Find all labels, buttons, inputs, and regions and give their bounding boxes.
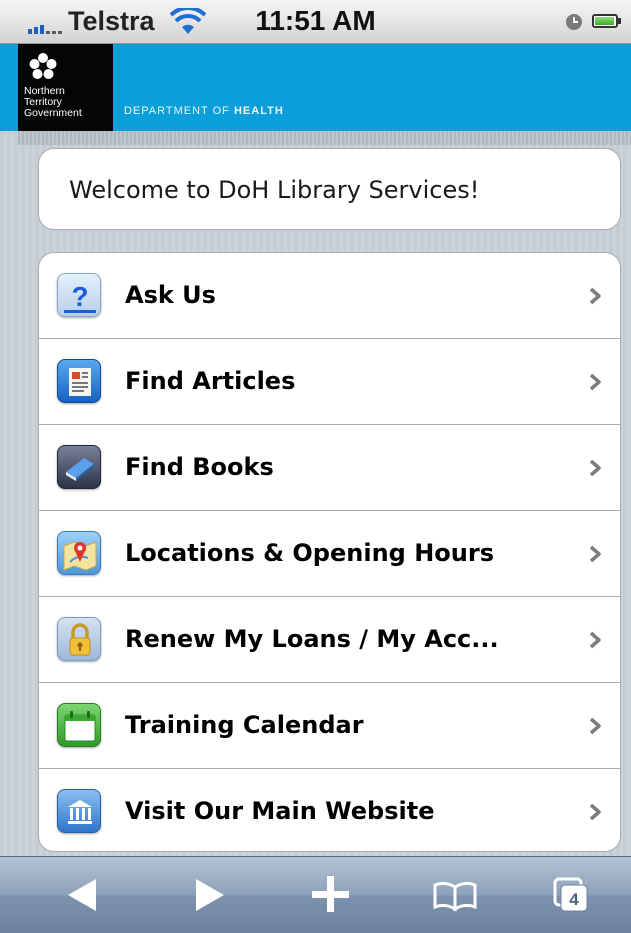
chevron-right-icon (589, 373, 601, 391)
menu-item-label: Find Articles (125, 367, 296, 395)
menu-list: ? Ask Us Find Articles Find Books Locati… (38, 252, 621, 852)
forward-button[interactable] (178, 857, 238, 933)
site-header: Northern Territory Government DEPARTMENT… (0, 44, 631, 131)
menu-item-label: Visit Our Main Website (125, 797, 435, 825)
chevron-right-icon (589, 459, 601, 477)
lock-icon (57, 617, 101, 661)
map-pin-icon (57, 531, 101, 575)
menu-item-find-articles[interactable]: Find Articles (39, 339, 620, 425)
menu-item-locations[interactable]: Locations & Opening Hours (39, 511, 620, 597)
chevron-right-icon (589, 803, 601, 821)
welcome-panel: Welcome to DoH Library Services! (38, 148, 621, 230)
back-button[interactable] (54, 857, 114, 933)
tabs-icon: 4 (553, 877, 588, 912)
menu-item-find-books[interactable]: Find Books (39, 425, 620, 511)
flower-emblem-icon (29, 53, 57, 79)
logo-text: Northern Territory Government (24, 85, 82, 119)
help-icon: ? (57, 273, 101, 317)
status-bar: Telstra 11:51 AM (0, 0, 631, 44)
menu-item-ask-us[interactable]: ? Ask Us (39, 253, 620, 339)
museum-icon (57, 789, 101, 833)
add-icon (312, 876, 349, 912)
menu-item-training-calendar[interactable]: Training Calendar (39, 683, 620, 769)
bookmarks-icon (433, 881, 477, 912)
article-icon (57, 359, 101, 403)
welcome-message: Welcome to DoH Library Services! (69, 176, 480, 204)
forward-icon (196, 879, 224, 911)
menu-item-label: Ask Us (125, 281, 216, 309)
chevron-right-icon (589, 287, 601, 305)
department-title: DEPARTMENT OF HEALTH (124, 105, 284, 117)
menu-item-label: Locations & Opening Hours (125, 539, 494, 567)
chevron-right-icon (589, 717, 601, 735)
chevron-right-icon (589, 545, 601, 563)
alarm-clock-icon (566, 14, 582, 30)
battery-icon (592, 14, 621, 28)
menu-item-label: Renew My Loans / My Acc... (125, 625, 499, 653)
calendar-icon (57, 703, 101, 747)
add-bookmark-button[interactable] (300, 857, 360, 933)
menu-item-renew-loans[interactable]: Renew My Loans / My Acc... (39, 597, 620, 683)
book-icon (57, 445, 101, 489)
browser-toolbar: 4 (0, 856, 631, 933)
clock: 11:51 AM (255, 5, 376, 36)
main-content: Welcome to DoH Library Services! ? Ask U… (0, 131, 631, 856)
svg-text:?: ? (71, 281, 88, 312)
bookmarks-button[interactable] (425, 857, 485, 933)
menu-item-label: Find Books (125, 453, 274, 481)
back-icon (68, 879, 96, 911)
chevron-right-icon (589, 631, 601, 649)
tabs-button[interactable]: 4 (549, 857, 609, 933)
menu-item-label: Training Calendar (125, 711, 364, 739)
menu-item-main-website[interactable]: Visit Our Main Website (39, 769, 620, 851)
nt-government-logo[interactable]: Northern Territory Government (18, 44, 113, 131)
tabs-count: 4 (569, 890, 579, 909)
